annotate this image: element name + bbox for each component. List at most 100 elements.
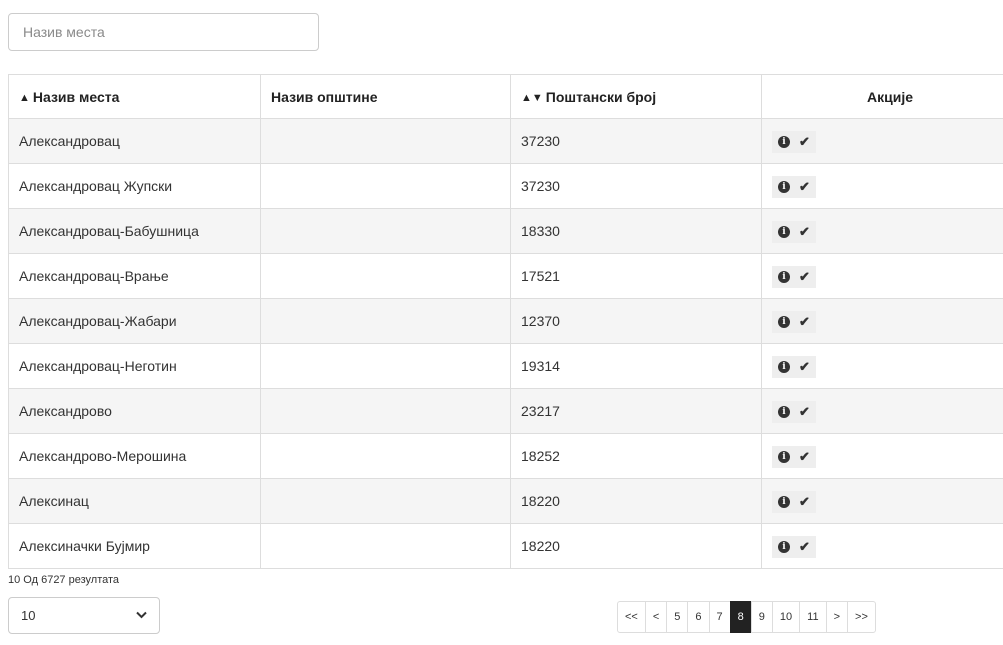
cell-postal: 12370	[510, 298, 762, 344]
column-header-municipality: Назив општине	[260, 74, 511, 119]
places-table: ▲ Назив места Назив општине ▲▼ Поштански б…	[8, 74, 1003, 569]
cell-postal: 18252	[510, 433, 762, 479]
cell-municipality	[260, 433, 511, 479]
search-input[interactable]	[8, 13, 319, 51]
cell-postal: 19314	[510, 343, 762, 389]
page-size-select[interactable]: 10	[8, 597, 160, 634]
places-table-container: ▲ Назив места Назив општине ▲▼ Поштански б…	[8, 74, 1003, 569]
column-header-actions-label: Акције	[866, 88, 913, 105]
info-icon[interactable]: i	[778, 226, 790, 238]
row-actions: i ✔	[772, 491, 816, 513]
cell-municipality	[260, 298, 511, 344]
check-icon[interactable]: ✔	[799, 179, 810, 195]
column-header-postal[interactable]: ▲▼ Поштански број	[510, 74, 762, 119]
cell-place: Александрово	[8, 388, 261, 434]
column-header-place[interactable]: ▲ Назив места	[8, 74, 261, 119]
page-button[interactable]: 10	[771, 601, 801, 633]
check-icon[interactable]: ✔	[799, 314, 810, 330]
row-actions: i ✔	[772, 311, 816, 333]
cell-postal: 37230	[510, 163, 762, 209]
sort-asc-icon: ▲	[19, 91, 30, 104]
table-row: Александровац Жупски 37230 i ✔	[8, 163, 1003, 209]
cell-actions: i ✔	[761, 388, 1003, 434]
cell-municipality	[260, 343, 511, 389]
cell-actions: i ✔	[761, 478, 1003, 524]
table-row: Александровац-Жабари 12370 i ✔	[8, 298, 1003, 344]
column-header-place-label: Назив места	[32, 88, 120, 105]
page-button[interactable]: 11	[799, 601, 827, 633]
row-actions: i ✔	[772, 446, 816, 468]
cell-place: Александровац-Врање	[8, 253, 261, 299]
table-row: Александрово-Мерошина 18252 i ✔	[8, 433, 1003, 479]
page-button[interactable]: 9	[750, 601, 773, 633]
cell-municipality	[260, 118, 511, 164]
column-header-actions: Акције	[761, 74, 1003, 119]
table-row: Александровац-Бабушница 18330 i ✔	[8, 208, 1003, 254]
cell-place: Александровац Жупски	[8, 163, 261, 209]
check-icon[interactable]: ✔	[799, 224, 810, 240]
table-header-row: ▲ Назив места Назив општине ▲▼ Поштански б…	[8, 74, 1003, 119]
cell-municipality	[260, 253, 511, 299]
row-actions: i ✔	[772, 401, 816, 423]
cell-actions: i ✔	[761, 523, 1003, 569]
check-icon[interactable]: ✔	[799, 359, 810, 375]
table-row: Александровац-Неготин 19314 i ✔	[8, 343, 1003, 389]
cell-place: Алексиначки Бујмир	[8, 523, 261, 569]
cell-place: Александровац-Неготин	[8, 343, 261, 389]
check-icon[interactable]: ✔	[799, 134, 810, 150]
info-icon[interactable]: i	[778, 271, 790, 283]
row-actions: i ✔	[772, 536, 816, 558]
page-button[interactable]: 5	[666, 601, 689, 633]
pagination: << <5 6 7 8 9 10 11 > >>	[617, 601, 876, 633]
cell-place: Александрово-Мерошина	[8, 433, 261, 479]
cell-municipality	[260, 523, 511, 569]
check-icon[interactable]: ✔	[799, 539, 810, 555]
cell-actions: i ✔	[761, 433, 1003, 479]
sort-both-icon: ▲▼	[521, 91, 543, 104]
check-icon[interactable]: ✔	[799, 449, 810, 465]
page-size-value: 10	[21, 608, 36, 623]
info-icon[interactable]: i	[778, 406, 790, 418]
table-row: Александрово 23217 i ✔	[8, 388, 1003, 434]
table-row: Алексинац 18220 i ✔	[8, 478, 1003, 524]
chevron-down-icon	[136, 610, 147, 622]
page-button[interactable]: 7	[708, 601, 731, 633]
cell-municipality	[260, 388, 511, 434]
check-icon[interactable]: ✔	[799, 404, 810, 420]
cell-postal: 18220	[510, 478, 762, 524]
info-icon[interactable]: i	[778, 316, 790, 328]
page-button[interactable]: 8	[729, 601, 752, 633]
info-icon[interactable]: i	[778, 541, 790, 553]
row-actions: i ✔	[772, 221, 816, 243]
page-button[interactable]: >	[825, 601, 849, 633]
info-icon[interactable]: i	[778, 136, 790, 148]
cell-postal: 17521	[510, 253, 762, 299]
cell-postal: 37230	[510, 118, 762, 164]
info-icon[interactable]: i	[778, 361, 790, 373]
column-header-municipality-label: Назив општине	[271, 88, 378, 105]
page-button[interactable]: 6	[687, 601, 710, 633]
page-button[interactable]: >>	[847, 601, 876, 633]
info-icon[interactable]: i	[778, 451, 790, 463]
cell-postal: 23217	[510, 388, 762, 434]
page-button[interactable]: <	[644, 601, 668, 633]
column-header-postal-label: Поштански број	[545, 88, 657, 105]
row-actions: i ✔	[772, 176, 816, 198]
check-icon[interactable]: ✔	[799, 494, 810, 510]
cell-actions: i ✔	[761, 163, 1003, 209]
cell-place: Александровац-Жабари	[8, 298, 261, 344]
cell-postal: 18220	[510, 523, 762, 569]
cell-place: Александровац	[8, 118, 261, 164]
cell-postal: 18330	[510, 208, 762, 254]
cell-municipality	[260, 208, 511, 254]
cell-municipality	[260, 478, 511, 524]
info-icon[interactable]: i	[778, 181, 790, 193]
row-actions: i ✔	[772, 356, 816, 378]
table-row: Александровац 37230 i ✔	[8, 118, 1003, 164]
page-button[interactable]: <<	[617, 601, 646, 633]
cell-place: Александровац-Бабушница	[8, 208, 261, 254]
check-icon[interactable]: ✔	[799, 269, 810, 285]
info-icon[interactable]: i	[778, 496, 790, 508]
cell-actions: i ✔	[761, 343, 1003, 389]
cell-actions: i ✔	[761, 208, 1003, 254]
